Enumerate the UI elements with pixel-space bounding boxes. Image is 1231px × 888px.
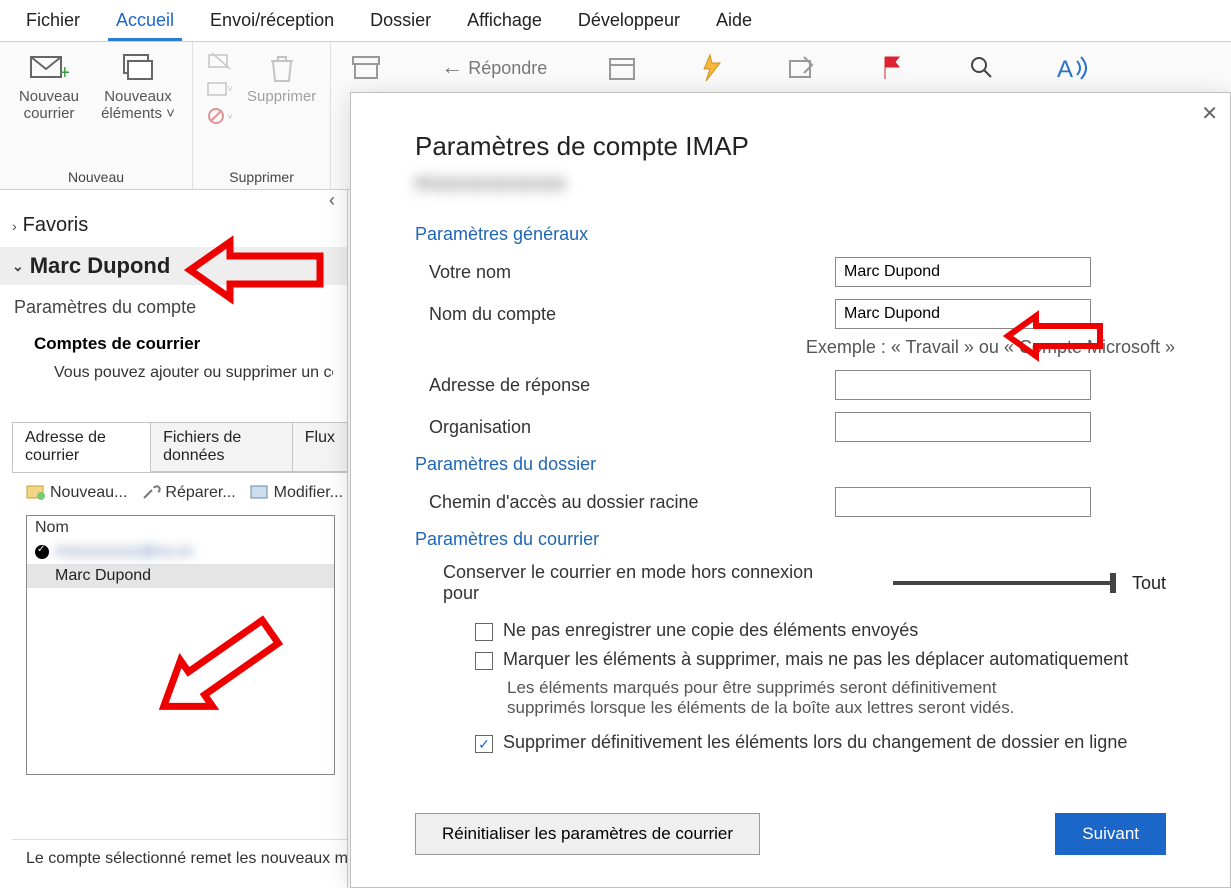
settings-desc: Vous pouvez ajouter ou supprimer un co <box>54 364 333 382</box>
list-row-1[interactable]: mxxxxxxxxx@xx.xx <box>27 540 334 564</box>
offline-slider[interactable] <box>893 581 1112 585</box>
tab-dossier[interactable]: Dossier <box>352 4 449 41</box>
offline-value: Tout <box>1132 573 1166 594</box>
junk-icon[interactable]: ˅ <box>207 106 233 128</box>
toolbar-modifier[interactable]: Modifier... <box>250 483 343 503</box>
favoris-label: Favoris <box>23 214 89 237</box>
subtab-fichiers[interactable]: Fichiers de données <box>150 422 293 472</box>
collapse-handle[interactable]: ‹ <box>0 190 347 210</box>
account-toolbar: Nouveau... Réparer... Modifier... <box>12 472 347 513</box>
ignore-icon[interactable] <box>207 50 233 72</box>
edit-icon <box>250 483 270 503</box>
nouveaux-elements-label: Nouveaux éléments ˅ <box>98 88 178 123</box>
organisation-label: Organisation <box>415 417 835 438</box>
nouveaux-elements-button[interactable]: Nouveaux éléments ˅ <box>98 50 178 123</box>
read-aloud-icon[interactable]: A <box>1057 54 1087 82</box>
nav-pane: ‹ › Favoris ⌄ Marc Dupond Paramètres du … <box>0 190 348 888</box>
bottom-note: Le compte sélectionné remet les nouveaux… <box>12 839 347 878</box>
reply-address-label: Adresse de réponse <box>415 375 835 396</box>
search-icon[interactable] <box>967 54 997 82</box>
your-name-label: Votre nom <box>415 262 835 283</box>
repondre-button[interactable]: ← Répondre <box>441 54 547 80</box>
ribbon-group-supprimer: ˅ ˅ Supprimer Supprimer <box>193 42 331 189</box>
ribbon-group-nouveau: + Nouveau courrier Nouveaux éléments ˅ N… <box>0 42 193 189</box>
tab-envoi[interactable]: Envoi/réception <box>192 4 352 41</box>
section-folder: Paramètres du dossier <box>415 454 1166 475</box>
account-name-hint: Exemple : « Travail » ou « Compte Micros… <box>415 337 1175 358</box>
account-list: Nom mxxxxxxxxx@xx.xx Marc Dupond <box>26 515 335 775</box>
section-general: Paramètres généraux <box>415 224 1166 245</box>
supprimer-label: Supprimer <box>247 88 316 105</box>
reply-address-input[interactable] <box>835 370 1091 400</box>
archive-icon[interactable] <box>351 54 381 82</box>
account-header[interactable]: ⌄ Marc Dupond <box>0 247 347 285</box>
section-mail: Paramètres du courrier <box>415 529 1166 550</box>
dialog-account-email: mxxxxxxxxxxx <box>415 170 1166 196</box>
group-label-supprimer: Supprimer <box>207 165 316 185</box>
imap-settings-dialog: ✕ Paramètres de compte IMAP mxxxxxxxxxxx… <box>350 92 1231 888</box>
your-name-input[interactable] <box>835 257 1091 287</box>
close-icon[interactable]: ✕ <box>1201 101 1218 126</box>
chevron-down-icon: ⌄ <box>12 258 24 275</box>
tab-accueil[interactable]: Accueil <box>98 4 192 41</box>
cb-purge-on-switch-label: Supprimer définitivement les éléments lo… <box>503 732 1127 753</box>
root-path-label: Chemin d'accès au dossier racine <box>415 492 835 513</box>
dialog-title: Paramètres de compte IMAP <box>415 131 1166 162</box>
chevron-right-icon: › <box>12 218 17 234</box>
cb-mark-delete-note: Les éléments marqués pour être supprimés… <box>415 678 1075 718</box>
organisation-input[interactable] <box>835 412 1091 442</box>
offline-label: Conserver le courrier en mode hors conne… <box>443 562 853 604</box>
mini-buttons: ˅ ˅ <box>207 50 233 128</box>
subtab-adresse[interactable]: Adresse de courrier <box>12 422 151 472</box>
trash-icon <box>262 50 302 86</box>
supprimer-button[interactable]: Supprimer <box>247 50 316 105</box>
cb-mark-delete[interactable] <box>475 652 493 670</box>
nouveau-courrier-label: Nouveau courrier <box>14 88 84 123</box>
ribbon-tabs: Fichier Accueil Envoi/réception Dossier … <box>0 0 1231 42</box>
quick-steps-icon[interactable] <box>697 54 727 82</box>
toolbar-reparer[interactable]: Réparer... <box>141 483 235 503</box>
nouveau-courrier-button[interactable]: + Nouveau courrier <box>14 50 84 123</box>
reset-mail-button[interactable]: Réinitialiser les paramètres de courrier <box>415 813 760 855</box>
new-mail-icon: + <box>29 50 69 86</box>
tab-developpeur[interactable]: Développeur <box>560 4 698 41</box>
calendar-icon[interactable] <box>607 54 637 82</box>
list-row-2-label: Marc Dupond <box>55 567 151 585</box>
move-icon[interactable] <box>787 54 817 82</box>
settings-subtitle: Comptes de courrier <box>34 334 333 354</box>
tab-aide[interactable]: Aide <box>698 4 770 41</box>
list-row-2[interactable]: Marc Dupond <box>27 564 334 588</box>
settings-title: Paramètres du compte <box>14 297 333 318</box>
account-subtabs: Adresse de courrier Fichiers de données … <box>12 422 347 472</box>
svg-text:+: + <box>59 62 69 83</box>
tab-affichage[interactable]: Affichage <box>449 4 560 41</box>
account-settings-panel: Paramètres du compte Comptes de courrier… <box>0 285 347 382</box>
account-name: Marc Dupond <box>30 253 171 279</box>
account-name-label: Nom du compte <box>415 304 835 325</box>
cleanup-icon[interactable]: ˅ <box>207 78 233 100</box>
next-button[interactable]: Suivant <box>1055 813 1166 855</box>
toolbar-nouveau[interactable]: Nouveau... <box>26 483 127 503</box>
repair-icon <box>141 483 161 503</box>
cb-no-save-sent[interactable] <box>475 623 493 641</box>
flag-icon[interactable] <box>877 54 907 82</box>
new-items-icon <box>118 50 158 86</box>
svg-text:A: A <box>1057 56 1073 83</box>
chevron-down-icon: ˅ <box>166 105 175 122</box>
list-row-1-label: mxxxxxxxxx@xx.xx <box>55 543 193 561</box>
account-name-input[interactable] <box>835 299 1091 329</box>
subtab-flux[interactable]: Flux <box>292 422 348 472</box>
root-path-input[interactable] <box>835 487 1091 517</box>
cb-no-save-sent-label: Ne pas enregistrer une copie des élément… <box>503 620 918 641</box>
favoris-header[interactable]: › Favoris <box>0 210 347 241</box>
cb-purge-on-switch[interactable]: ✓ <box>475 735 493 753</box>
cb-mark-delete-label: Marquer les éléments à supprimer, mais n… <box>503 649 1128 670</box>
tab-fichier[interactable]: Fichier <box>8 4 98 41</box>
list-header-nom[interactable]: Nom <box>27 516 334 540</box>
group-label-nouveau: Nouveau <box>14 165 178 185</box>
mail-add-icon <box>26 483 46 503</box>
default-check-icon <box>35 545 49 559</box>
